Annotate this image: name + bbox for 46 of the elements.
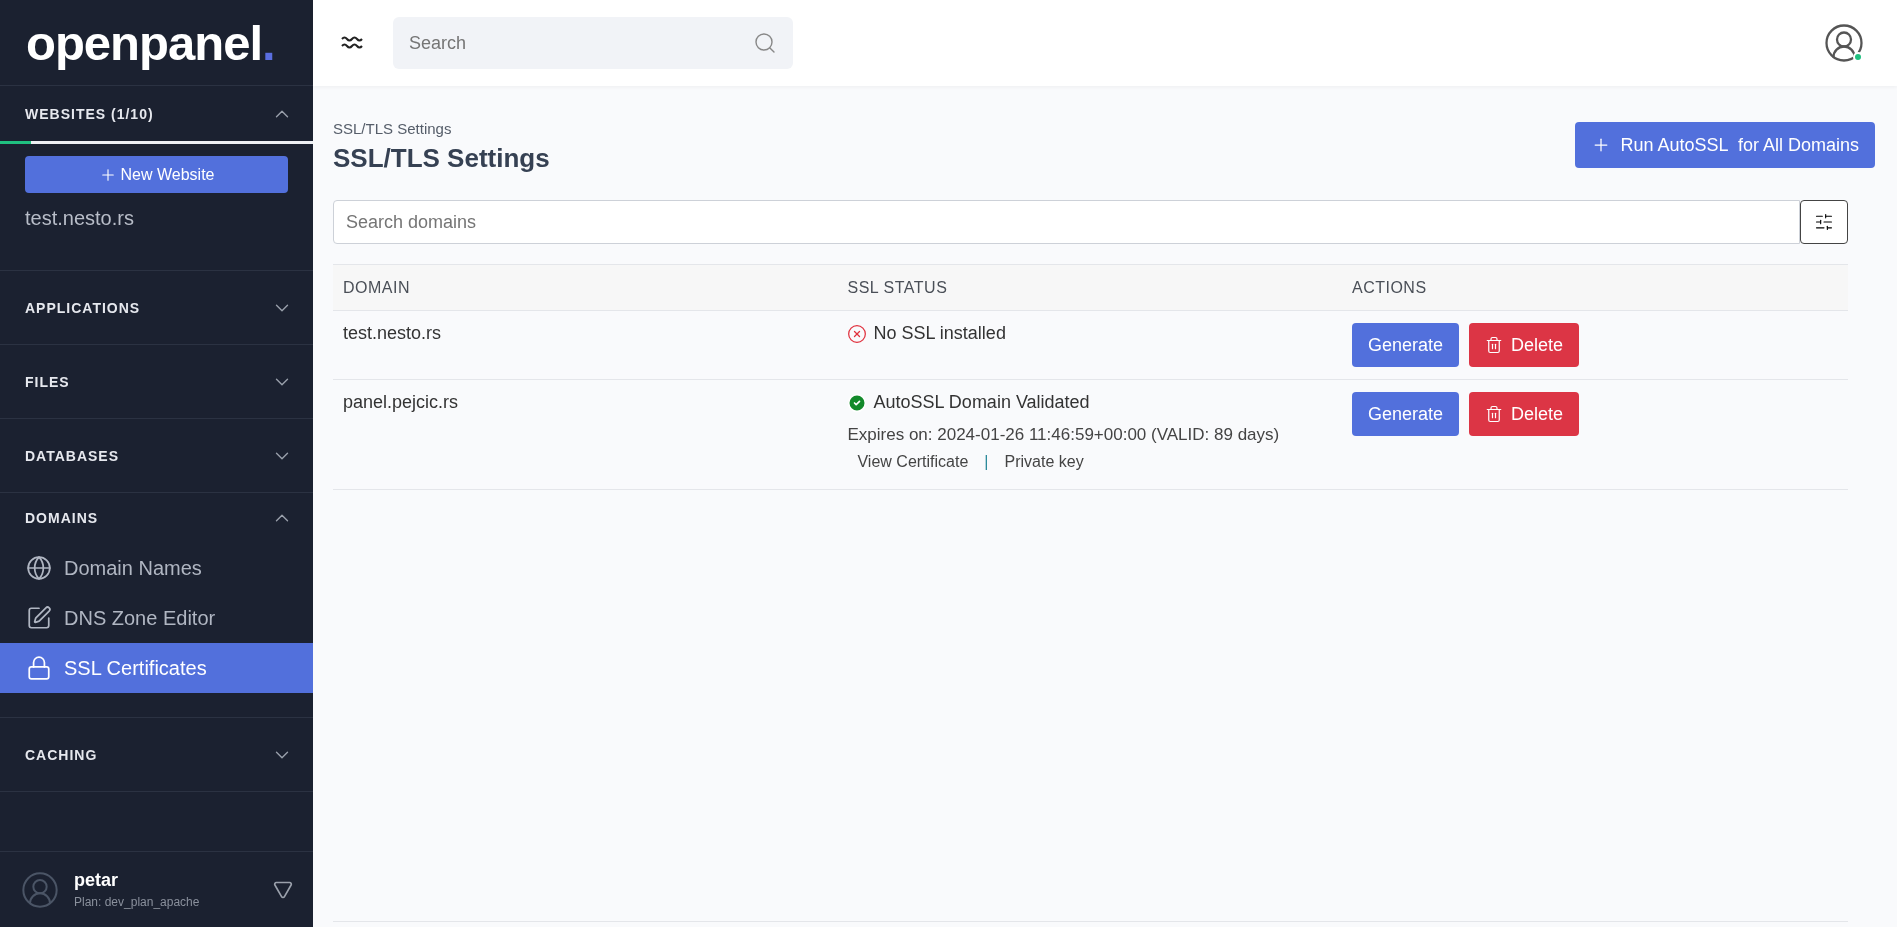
section-title[interactable]: DOMAINS bbox=[25, 510, 99, 526]
trash-icon bbox=[1485, 405, 1504, 423]
link-separator: | bbox=[984, 453, 989, 471]
certificate-link[interactable]: Private key bbox=[1004, 453, 1084, 471]
domain-cell: test.nesto.rs bbox=[333, 310, 838, 380]
user-avatar[interactable] bbox=[1823, 22, 1865, 64]
website-link[interactable]: test.nesto.rs bbox=[0, 193, 313, 270]
nav-item[interactable]: Domain Names bbox=[0, 543, 313, 593]
plan-label: Plan: dev_plan_apache bbox=[74, 895, 201, 909]
column-header: SSL STATUS bbox=[837, 264, 1342, 311]
status-text: AutoSSL Domain Validated bbox=[873, 392, 1090, 413]
globe-icon bbox=[26, 555, 52, 581]
page-title: SSL/TLS Settings bbox=[333, 143, 550, 174]
user-name: petar bbox=[74, 870, 119, 891]
column-header: ACTIONS bbox=[1341, 264, 1848, 311]
run-autossl-button[interactable]: Run AutoSSL for All Domains bbox=[1574, 122, 1875, 168]
lock-icon bbox=[26, 655, 52, 681]
new-website-button[interactable]: New Website bbox=[25, 156, 288, 193]
filter-button[interactable] bbox=[1800, 200, 1848, 244]
nav-item[interactable]: DNS Zone Editor bbox=[0, 593, 313, 643]
domain-cell: panel.pejcic.rs bbox=[333, 379, 838, 490]
domain-search-field[interactable]: Search domains bbox=[333, 200, 1800, 244]
section-title[interactable]: FILES bbox=[25, 373, 70, 390]
section-title[interactable]: CACHING bbox=[25, 746, 98, 763]
generate-button[interactable]: Generate bbox=[1351, 392, 1460, 436]
expiry-text: Expires on: 2024-01-26 11:46:59+00:00 (VALID: 89 days) bbox=[847, 425, 1281, 445]
breadcrumb: SSL/TLS Settings bbox=[333, 120, 453, 137]
avatar-icon bbox=[20, 869, 60, 910]
section-title[interactable]: APPLICATIONS bbox=[25, 299, 141, 316]
section-title[interactable]: DATABASES bbox=[25, 447, 120, 464]
generate-button[interactable]: Generate bbox=[1351, 323, 1460, 367]
edit-icon bbox=[26, 605, 52, 631]
nav-item[interactable]: SSL Certificates bbox=[0, 643, 313, 693]
search-field[interactable]: Search bbox=[393, 17, 793, 69]
trash-icon bbox=[1485, 336, 1504, 354]
section-title[interactable]: WEBSITES (1/10) bbox=[25, 105, 154, 122]
status-text: No SSL installed bbox=[873, 323, 1006, 344]
column-header: DOMAIN bbox=[333, 264, 838, 311]
dropdown-icon[interactable] bbox=[273, 879, 293, 900]
search-icon bbox=[753, 31, 777, 55]
logo: openpanel. bbox=[26, 14, 275, 71]
certificate-link[interactable]: View Certificate bbox=[857, 453, 969, 471]
sliders-icon bbox=[1814, 212, 1834, 232]
delete-button[interactable]: Delete bbox=[1469, 392, 1580, 436]
delete-button[interactable]: Delete bbox=[1469, 323, 1580, 367]
menu-wave-icon[interactable] bbox=[341, 36, 363, 50]
